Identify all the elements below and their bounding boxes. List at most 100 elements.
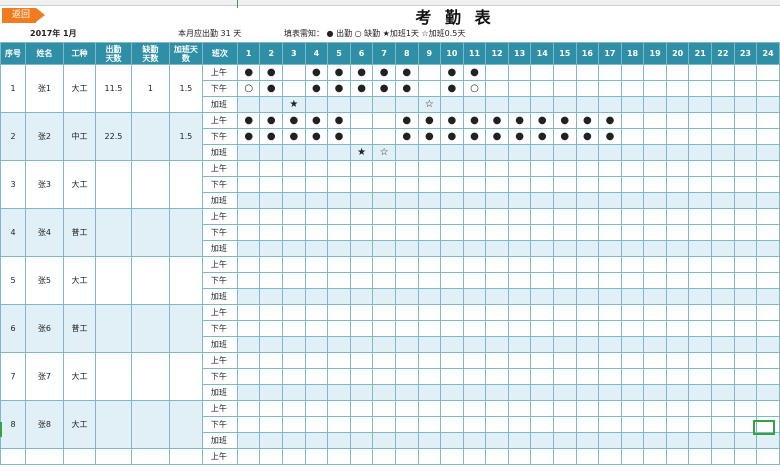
day-cell[interactable]: ● [394, 112, 419, 129]
day-cell[interactable] [733, 400, 758, 417]
day-cell[interactable] [440, 272, 464, 289]
day-cell[interactable] [643, 80, 667, 97]
day-cell[interactable] [349, 320, 374, 337]
day-cell[interactable] [462, 320, 487, 337]
day-cell[interactable] [440, 288, 464, 305]
employee-no[interactable]: 3 [0, 160, 26, 209]
day-cell[interactable] [462, 144, 487, 161]
day-cell[interactable] [462, 96, 487, 113]
empty-cell[interactable] [130, 448, 170, 465]
day-cell[interactable] [417, 304, 442, 321]
day-cell[interactable] [620, 256, 645, 273]
day-cell[interactable] [462, 384, 487, 401]
day-cell[interactable] [665, 272, 690, 289]
day-cell[interactable] [282, 368, 306, 385]
day-cell[interactable] [485, 320, 509, 337]
day-cell[interactable] [349, 384, 374, 401]
day-cell[interactable] [643, 112, 667, 129]
day-cell[interactable] [552, 352, 577, 369]
day-cell[interactable] [575, 432, 600, 449]
day-cell[interactable] [665, 448, 690, 465]
day-cell[interactable] [507, 80, 532, 97]
day-cell[interactable] [711, 160, 735, 177]
day-cell[interactable] [394, 288, 419, 305]
day-cell[interactable] [372, 112, 396, 129]
day-cell[interactable] [711, 112, 735, 129]
day-cell[interactable] [440, 224, 464, 241]
day-cell[interactable] [575, 288, 600, 305]
day-cell[interactable] [394, 336, 419, 353]
day-cell[interactable]: ● [259, 112, 284, 129]
day-cell[interactable] [349, 192, 374, 209]
employee-worktype[interactable]: 大工 [62, 352, 96, 401]
day-cell[interactable] [349, 416, 374, 433]
day-cell[interactable] [236, 448, 261, 465]
day-cell[interactable] [372, 432, 396, 449]
day-cell[interactable] [507, 256, 532, 273]
day-cell[interactable] [756, 160, 780, 177]
day-cell[interactable]: ● [349, 64, 374, 81]
day-cell[interactable] [756, 304, 780, 321]
employee-worktype[interactable]: 大工 [62, 160, 96, 209]
day-cell[interactable] [259, 96, 284, 113]
day-cell[interactable] [327, 96, 351, 113]
day-cell[interactable] [282, 400, 306, 417]
day-cell[interactable] [304, 304, 329, 321]
day-cell[interactable] [530, 64, 554, 81]
day-cell[interactable] [620, 352, 645, 369]
day-cell[interactable] [394, 304, 419, 321]
employee-no[interactable]: 1 [0, 64, 26, 113]
day-cell[interactable] [327, 160, 351, 177]
day-cell[interactable] [575, 144, 600, 161]
day-cell[interactable] [575, 192, 600, 209]
day-cell[interactable] [282, 288, 306, 305]
day-cell[interactable] [665, 240, 690, 257]
day-cell[interactable] [665, 400, 690, 417]
day-cell[interactable] [440, 240, 464, 257]
day-cell[interactable] [643, 352, 667, 369]
day-cell[interactable] [304, 160, 329, 177]
day-cell[interactable]: ● [507, 128, 532, 145]
day-cell[interactable] [711, 416, 735, 433]
day-cell[interactable] [598, 208, 622, 225]
day-cell[interactable] [485, 256, 509, 273]
day-cell[interactable] [665, 80, 690, 97]
day-cell[interactable] [304, 448, 329, 465]
day-cell[interactable] [507, 400, 532, 417]
day-cell[interactable] [620, 240, 645, 257]
employee-attend-days[interactable] [94, 256, 132, 305]
day-cell[interactable] [733, 112, 758, 129]
day-cell[interactable] [462, 160, 487, 177]
day-cell[interactable] [236, 336, 261, 353]
day-cell[interactable] [688, 272, 713, 289]
day-cell[interactable] [756, 144, 780, 161]
day-cell[interactable] [620, 288, 645, 305]
day-cell[interactable] [259, 208, 284, 225]
day-cell[interactable] [417, 432, 442, 449]
day-cell[interactable] [507, 352, 532, 369]
day-cell[interactable] [485, 416, 509, 433]
day-cell[interactable] [394, 400, 419, 417]
employee-overtime-days[interactable]: 1.5 [168, 112, 203, 161]
day-cell[interactable] [327, 256, 351, 273]
day-cell[interactable]: ● [552, 128, 577, 145]
day-cell[interactable] [282, 416, 306, 433]
day-cell[interactable] [688, 384, 713, 401]
day-cell[interactable] [507, 192, 532, 209]
day-cell[interactable] [530, 256, 554, 273]
day-cell[interactable] [349, 432, 374, 449]
day-cell[interactable] [417, 80, 442, 97]
day-cell[interactable] [643, 160, 667, 177]
day-cell[interactable] [711, 336, 735, 353]
day-cell[interactable] [620, 432, 645, 449]
day-cell[interactable] [688, 208, 713, 225]
day-cell[interactable] [711, 368, 735, 385]
day-cell[interactable]: ● [440, 112, 464, 129]
day-cell[interactable] [733, 448, 758, 465]
day-cell[interactable]: ● [530, 128, 554, 145]
day-cell[interactable] [394, 416, 419, 433]
day-cell[interactable] [507, 320, 532, 337]
employee-name[interactable]: 张2 [24, 112, 64, 161]
day-cell[interactable] [643, 192, 667, 209]
day-cell[interactable] [462, 368, 487, 385]
